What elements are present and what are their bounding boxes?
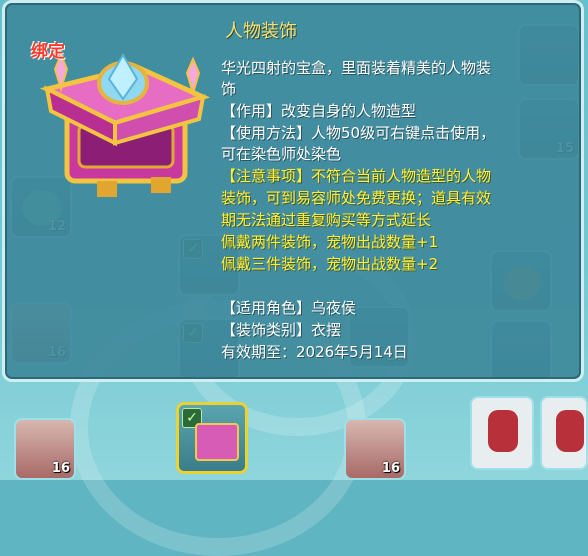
expiry-line: 有效期至：2026年5月14日 — [221, 343, 408, 361]
description-line: 华光四射的宝盒，里面装着精美的人物装 — [221, 59, 492, 77]
bonus-line: 佩戴两件装饰，宠物出战数量+1 — [221, 233, 439, 251]
role-line: 【适用角色】乌夜侯 — [221, 299, 357, 317]
notice-line: 期无法通过重复购买等方式延长 — [221, 211, 432, 229]
item-count: 16 — [381, 461, 400, 476]
item-title: 人物装饰 — [225, 21, 297, 42]
item-jar-icon — [488, 410, 518, 452]
notice-line: 【注意事项】不符合当前人物造型的人物 — [221, 167, 492, 185]
inventory-slot[interactable] — [540, 396, 588, 470]
inventory-slot-selected[interactable]: ✓ — [176, 402, 248, 474]
category-line: 【装饰类别】衣摆 — [221, 321, 342, 339]
effect-line: 【作用】改变自身的人物造型 — [221, 102, 417, 120]
treasure-chest-icon — [195, 423, 239, 461]
usage-line: 可在染色师处染色 — [221, 145, 342, 163]
inventory-slot[interactable]: 16 — [14, 418, 76, 480]
item-jar-icon — [556, 410, 584, 452]
bound-label: 绑定 — [31, 42, 65, 62]
item-count: 16 — [51, 461, 70, 476]
usage-line: 【使用方法】人物50级可右键点击使用， — [221, 124, 496, 142]
bonus-line: 佩戴三件装饰，宠物出战数量+2 — [221, 255, 439, 273]
item-tooltip: 绑定 人物装饰 华光四射的宝盒，里面装着精美的人物装 饰 【作用】改变自身的人物… — [2, 0, 584, 382]
inventory-slot[interactable]: 16 — [344, 418, 406, 480]
inventory-slot[interactable] — [470, 396, 534, 470]
notice-line: 装饰，可到易容师处免费更换；道具有效 — [221, 189, 492, 207]
description-line: 饰 — [221, 80, 237, 98]
